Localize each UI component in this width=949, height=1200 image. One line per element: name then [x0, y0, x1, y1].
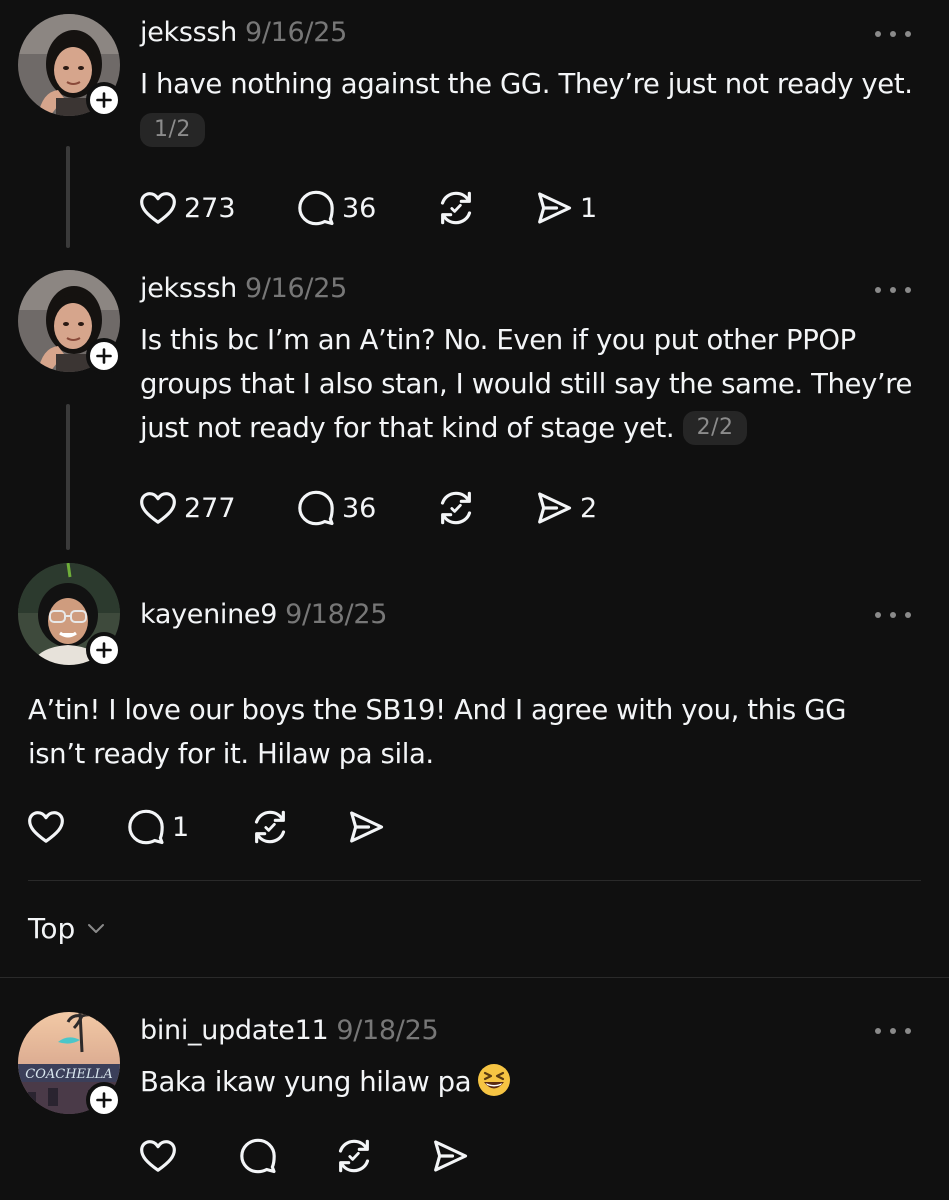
divider — [0, 977, 949, 978]
more-icon — [875, 612, 881, 618]
share-count: 2 — [580, 492, 598, 524]
post-text: I have nothing against the GG. They’re j… — [140, 62, 930, 106]
username[interactable]: kayenine9 — [140, 599, 277, 630]
repost-button[interactable] — [250, 805, 346, 849]
more-button[interactable] — [875, 1021, 911, 1041]
share-button[interactable] — [346, 805, 386, 849]
post-body: Is this bc I’m an A’tin? No. Even if you… — [140, 324, 913, 444]
send-icon — [346, 807, 386, 847]
follow-button[interactable] — [86, 1082, 122, 1118]
more-button[interactable] — [875, 605, 911, 625]
post-text: A’tin! I love our boys the SB19! And I a… — [28, 688, 868, 776]
post-body: Baka ikaw yung hilaw pa — [140, 1066, 472, 1098]
username[interactable]: jeksssh — [140, 273, 237, 304]
more-button[interactable] — [875, 24, 911, 44]
send-icon — [534, 188, 574, 228]
post-text: Is this bc I’m an A’tin? No. Even if you… — [140, 318, 930, 450]
repost-icon — [436, 188, 476, 228]
post-meta: bini_update11 9/18/25 — [140, 1010, 439, 1050]
post-meta: jeksssh 9/16/25 — [140, 268, 347, 308]
like-button[interactable]: 277 — [138, 486, 296, 530]
heart-icon — [138, 1136, 178, 1176]
reply-button[interactable]: 36 — [296, 186, 436, 230]
reply-count: 1 — [172, 811, 190, 843]
follow-button[interactable] — [86, 82, 122, 118]
thread-pager: 1/2 — [140, 113, 205, 147]
sort-dropdown[interactable]: Top — [28, 906, 107, 950]
thread-connector — [66, 146, 70, 248]
thread-connector — [66, 404, 70, 550]
repost-button[interactable] — [436, 186, 534, 230]
post-text: Baka ikaw yung hilaw pa — [140, 1060, 930, 1104]
repost-icon — [334, 1136, 374, 1176]
comment-icon — [126, 807, 166, 847]
plus-icon — [94, 1090, 114, 1110]
heart-icon — [138, 488, 178, 528]
reply-button[interactable] — [238, 1134, 334, 1178]
post-date: 9/16/25 — [244, 272, 347, 304]
like-button[interactable] — [138, 1134, 238, 1178]
divider — [28, 880, 921, 881]
sort-label: Top — [28, 911, 76, 945]
share-button[interactable] — [430, 1134, 470, 1178]
post-meta: jeksssh 9/16/25 — [140, 12, 347, 52]
reply-count: 36 — [342, 492, 377, 524]
reply-count: 36 — [342, 192, 377, 224]
more-icon — [875, 31, 881, 37]
plus-icon — [94, 90, 114, 110]
post-actions: 1 — [26, 805, 386, 849]
post-actions — [138, 1134, 470, 1178]
thread-pager: 2/2 — [682, 411, 748, 445]
repost-icon — [436, 488, 476, 528]
post-actions: 277 36 2 — [138, 486, 597, 530]
avatar-logo-text: COACHELLA — [25, 1067, 112, 1082]
repost-button[interactable] — [436, 486, 534, 530]
follow-button[interactable] — [86, 632, 122, 668]
username[interactable]: jeksssh — [140, 17, 237, 48]
post-meta: kayenine9 9/18/25 — [140, 594, 387, 634]
like-count: 277 — [184, 492, 236, 524]
reply-button[interactable]: 1 — [126, 805, 250, 849]
follow-button[interactable] — [86, 338, 122, 374]
grinning-squinting-face-emoji — [478, 1064, 511, 1096]
heart-icon — [138, 188, 178, 228]
username[interactable]: bini_update11 — [140, 1015, 329, 1046]
repost-button[interactable] — [334, 1134, 430, 1178]
chevron-down-icon — [88, 924, 105, 933]
post-body: A’tin! I love our boys the SB19! And I a… — [28, 694, 847, 770]
repost-icon — [250, 807, 290, 847]
like-button[interactable]: 273 — [138, 186, 296, 230]
more-icon — [875, 1028, 881, 1034]
send-icon — [534, 488, 574, 528]
more-icon — [875, 287, 881, 293]
post-actions: 273 36 1 — [138, 186, 597, 230]
heart-icon — [26, 807, 66, 847]
share-count: 1 — [580, 192, 598, 224]
comment-icon — [238, 1136, 278, 1176]
post-date: 9/18/25 — [336, 1014, 439, 1046]
like-count: 273 — [184, 192, 236, 224]
comment-icon — [296, 488, 336, 528]
more-button[interactable] — [875, 280, 911, 300]
send-icon — [430, 1136, 470, 1176]
plus-icon — [94, 346, 114, 366]
post-body: I have nothing against the GG. They’re j… — [140, 68, 913, 100]
plus-icon — [94, 640, 114, 660]
like-button[interactable] — [26, 805, 126, 849]
post-date: 9/16/25 — [244, 16, 347, 48]
comment-icon — [296, 188, 336, 228]
reply-button[interactable]: 36 — [296, 486, 436, 530]
post-date: 9/18/25 — [285, 598, 388, 630]
share-button[interactable]: 2 — [534, 486, 597, 530]
share-button[interactable]: 1 — [534, 186, 597, 230]
